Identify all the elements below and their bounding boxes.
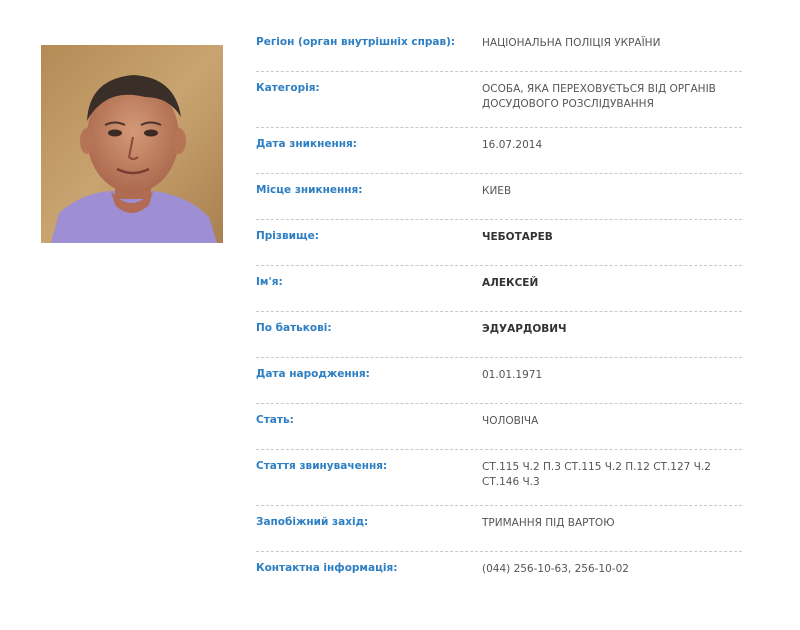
first-name-label: Ім'я: [256, 276, 283, 288]
info-row-birth-date: Дата народження: 01.01.1971 [256, 358, 742, 404]
sex-label: Стать: [256, 414, 294, 426]
charges-value: СТ.115 Ч.2 П.3 СТ.115 Ч.2 П.12 СТ.127 Ч.… [482, 461, 711, 488]
info-row-preventive-measure: Запобіжний захід: ТРИМАННЯ ПІД ВАРТОЮ [256, 506, 742, 552]
first-name-value: АЛЕКСЕЙ [482, 277, 539, 289]
surname-value: ЧЕБОТАРЕВ [482, 231, 553, 243]
disappearance-place-value: КИЕВ [482, 185, 512, 197]
birth-date-value: 01.01.1971 [482, 369, 543, 381]
disappearance-place-label: Місце зникнення: [256, 184, 363, 196]
surname-label: Прізвище: [256, 230, 319, 242]
info-row-contact-info: Контактна інформація: (044) 256-10-63, 2… [256, 552, 742, 597]
person-photo-icon [41, 45, 223, 243]
disappearance-date-value: 16.07.2014 [482, 139, 543, 151]
info-row-disappearance-date: Дата зникнення: 16.07.2014 [256, 128, 742, 174]
info-row-disappearance-place: Місце зникнення: КИЕВ [256, 174, 742, 220]
wanted-person-page: Регіон (орган внутрішніх справ): НАЦІОНА… [0, 0, 800, 630]
preventive-measure-value: ТРИМАННЯ ПІД ВАРТОЮ [482, 517, 615, 529]
category-label: Категорія: [256, 82, 320, 94]
patronymic-value: ЭДУАРДОВИЧ [482, 323, 567, 335]
category-value: ОСОБА, ЯКА ПЕРЕХОВУЄТЬСЯ ВІД ОРГАНІВ ДОС… [482, 83, 716, 110]
birth-date-label: Дата народження: [256, 368, 370, 380]
contact-info-label: Контактна інформація: [256, 562, 398, 574]
patronymic-label: По батькові: [256, 322, 332, 334]
person-info-table: Регіон (орган внутрішніх справ): НАЦІОНА… [256, 26, 742, 597]
person-photo [41, 45, 223, 243]
region-value: НАЦІОНАЛЬНА ПОЛІЦІЯ УКРАЇНИ [482, 37, 661, 49]
region-label: Регіон (орган внутрішніх справ): [256, 36, 456, 48]
sex-value: ЧОЛОВІЧА [482, 415, 539, 427]
info-row-surname: Прізвище: ЧЕБОТАРЕВ [256, 220, 742, 266]
info-row-sex: Стать: ЧОЛОВІЧА [256, 404, 742, 450]
info-row-patronymic: По батькові: ЭДУАРДОВИЧ [256, 312, 742, 358]
info-row-region: Регіон (орган внутрішніх справ): НАЦІОНА… [256, 26, 742, 72]
info-row-charges: Стаття звинувачення: СТ.115 Ч.2 П.3 СТ.1… [256, 450, 742, 506]
disappearance-date-label: Дата зникнення: [256, 138, 357, 150]
charges-label: Стаття звинувачення: [256, 460, 388, 472]
info-row-category: Категорія: ОСОБА, ЯКА ПЕРЕХОВУЄТЬСЯ ВІД … [256, 72, 742, 128]
contact-info-value: (044) 256-10-63, 256-10-02 [482, 563, 629, 575]
preventive-measure-label: Запобіжний захід: [256, 516, 369, 528]
info-row-first-name: Ім'я: АЛЕКСЕЙ [256, 266, 742, 312]
